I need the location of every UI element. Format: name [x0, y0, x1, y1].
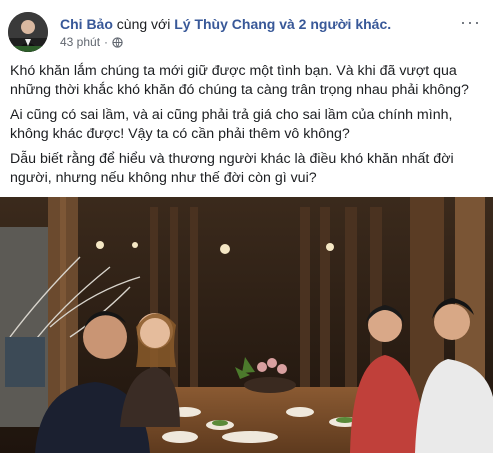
post-photo[interactable] — [0, 197, 493, 453]
author-name-link[interactable]: Chi Bảo — [60, 16, 113, 32]
meta-separator: · — [104, 35, 109, 49]
post-header: Chi Bảo cùng với Lý Thùy Chang và 2 ngườ… — [8, 10, 485, 54]
facebook-post: Chi Bảo cùng với Lý Thùy Chang và 2 ngườ… — [0, 0, 493, 453]
tagged-people-link[interactable]: Lý Thùy Chang và 2 người khác. — [174, 16, 391, 32]
author-line: Chi Bảo cùng với Lý Thùy Chang và 2 ngườ… — [60, 15, 391, 33]
post-paragraph-3: Dẫu biết rằng để hiểu và thương người kh… — [10, 151, 454, 186]
post-meta: 43 phút · — [60, 35, 123, 49]
post-paragraph-2: Ai cũng có sai lầm, và ai cũng phải trả … — [10, 107, 453, 142]
restaurant-photo-image — [0, 197, 493, 453]
globe-icon[interactable] — [112, 36, 123, 48]
with-text: cùng với — [116, 16, 171, 32]
ellipsis-icon[interactable]: ··· — [460, 12, 481, 33]
post-text: Khó khăn lắm chúng ta mới giữ được một t… — [10, 62, 484, 194]
post-timestamp[interactable]: 43 phút — [60, 35, 100, 49]
avatar-image — [8, 12, 48, 52]
author-avatar[interactable] — [8, 12, 48, 52]
post-paragraph-1: Khó khăn lắm chúng ta mới giữ được một t… — [10, 63, 469, 98]
